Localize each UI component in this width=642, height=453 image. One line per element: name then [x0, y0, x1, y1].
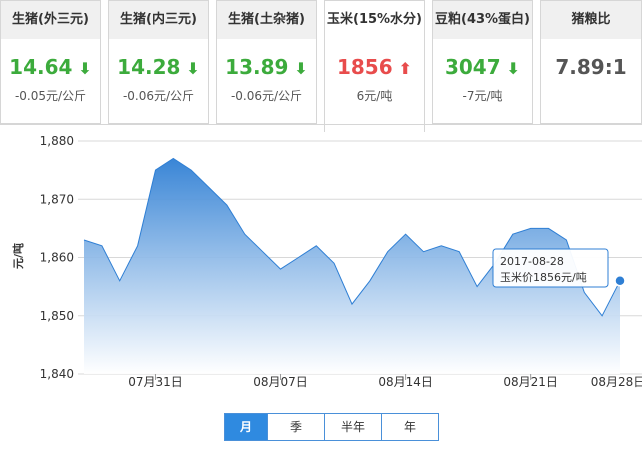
card-value: 7.89:1 [541, 55, 641, 79]
card-value-number: 1856 [336, 55, 393, 79]
card-corn[interactable]: 玉米(15%水分) 1856 ⬆ 6元/吨 [324, 0, 425, 132]
card-hog-waisanyuan[interactable]: 生猪(外三元) 14.64 ⬇ -0.05元/公斤 [0, 0, 101, 124]
card-hog-tuzazhu[interactable]: 生猪(土杂猪) 13.89 ⬇ -0.06元/公斤 [216, 0, 317, 124]
card-change: -7元/吨 [462, 89, 503, 103]
arrow-up-icon: ⬆ [398, 59, 413, 78]
card-title: 玉米(15%水分) [325, 1, 424, 39]
card-soybean-meal[interactable]: 豆粕(43%蛋白) 3047 ⬇ -7元/吨 [432, 0, 533, 124]
x-tick-label: 08月21日 [503, 375, 558, 389]
card-value: 14.64 ⬇ [1, 55, 100, 79]
tooltip-date: 2017-08-28 [500, 255, 564, 268]
y-tick-label: 1,840 [40, 367, 74, 381]
card-value: 14.28 ⬇ [109, 55, 208, 79]
card-value-number: 14.64 [9, 55, 73, 79]
range-button-year[interactable]: 年 [381, 414, 438, 440]
range-button-half-year[interactable]: 半年 [324, 414, 381, 440]
y-tick-label: 1,880 [40, 134, 74, 148]
range-button-quarter[interactable]: 季 [267, 414, 324, 440]
card-value-number: 13.89 [225, 55, 289, 79]
card-value: 3047 ⬇ [433, 55, 532, 79]
card-hog-neisanyuan[interactable]: 生猪(内三元) 14.28 ⬇ -0.06元/公斤 [108, 0, 209, 124]
arrow-down-icon: ⬇ [186, 59, 200, 78]
range-button-month[interactable]: 月 [225, 414, 267, 440]
data-point-last [614, 275, 626, 287]
card-change: 6元/吨 [356, 89, 393, 103]
card-title: 生猪(土杂猪) [217, 1, 316, 39]
arrow-down-icon: ⬇ [506, 59, 521, 78]
card-change: -0.06元/公斤 [122, 89, 195, 103]
x-tick-label: 08月28日 [591, 375, 642, 389]
card-value-number: 3047 [444, 55, 501, 79]
card-change: -0.06元/公斤 [230, 89, 303, 103]
x-tick-label: 07月31日 [128, 375, 183, 389]
x-tick-label: 08月07日 [253, 375, 308, 389]
card-title: 猪粮比 [541, 1, 641, 39]
y-tick-label: 1,860 [40, 251, 74, 265]
card-change: -0.05元/公斤 [14, 89, 87, 103]
card-title: 生猪(外三元) [1, 1, 100, 39]
arrow-down-icon: ⬇ [294, 59, 308, 78]
x-tick-label: 08月14日 [378, 375, 433, 389]
chart-tooltip: 2017-08-28 玉米价1856元/吨 [492, 248, 609, 288]
tooltip-value: 玉米价1856元/吨 [500, 271, 587, 284]
card-value: 13.89 ⬇ [217, 55, 316, 79]
card-value-number: 14.28 [117, 55, 181, 79]
card-hog-grain-ratio[interactable]: 猪粮比 7.89:1 [540, 0, 642, 124]
range-selector: 月 季 半年 年 [224, 413, 439, 441]
price-chart[interactable]: 1,840 1,850 1,860 1,870 1,880 07月31日 08月07日 08… [0, 124, 642, 409]
card-value-number: 7.89:1 [555, 55, 627, 79]
y-tick-label: 1,850 [40, 309, 74, 323]
y-tick-label: 1,870 [40, 192, 74, 206]
y-axis-label: 元/吨 [11, 243, 25, 269]
card-value: 1856 ⬆ [325, 55, 424, 79]
arrow-down-icon: ⬇ [78, 59, 92, 78]
card-title: 豆粕(43%蛋白) [433, 1, 532, 39]
card-title: 生猪(内三元) [109, 1, 208, 39]
